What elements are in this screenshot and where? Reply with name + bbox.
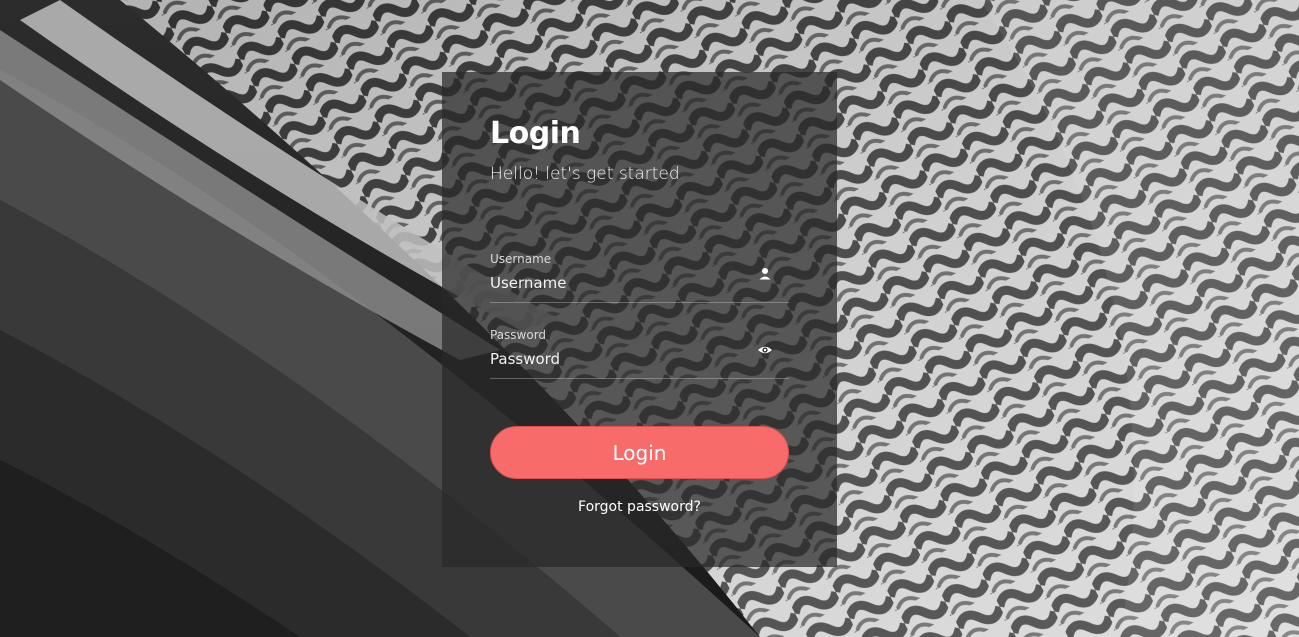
- login-title: Login: [490, 116, 581, 151]
- login-card: Login Hello! let's get started Username …: [442, 72, 837, 567]
- password-field: Password: [490, 326, 789, 379]
- login-button[interactable]: Login: [490, 426, 789, 479]
- eye-icon[interactable]: [757, 342, 773, 358]
- username-label: Username: [490, 252, 552, 266]
- username-input[interactable]: [490, 272, 750, 294]
- forgot-password-link[interactable]: Forgot password?: [442, 499, 837, 515]
- username-field: Username: [490, 250, 789, 303]
- password-label: Password: [490, 328, 547, 342]
- user-icon: [757, 266, 773, 282]
- password-input[interactable]: [490, 348, 750, 370]
- login-subtitle: Hello! let's get started: [490, 164, 680, 184]
